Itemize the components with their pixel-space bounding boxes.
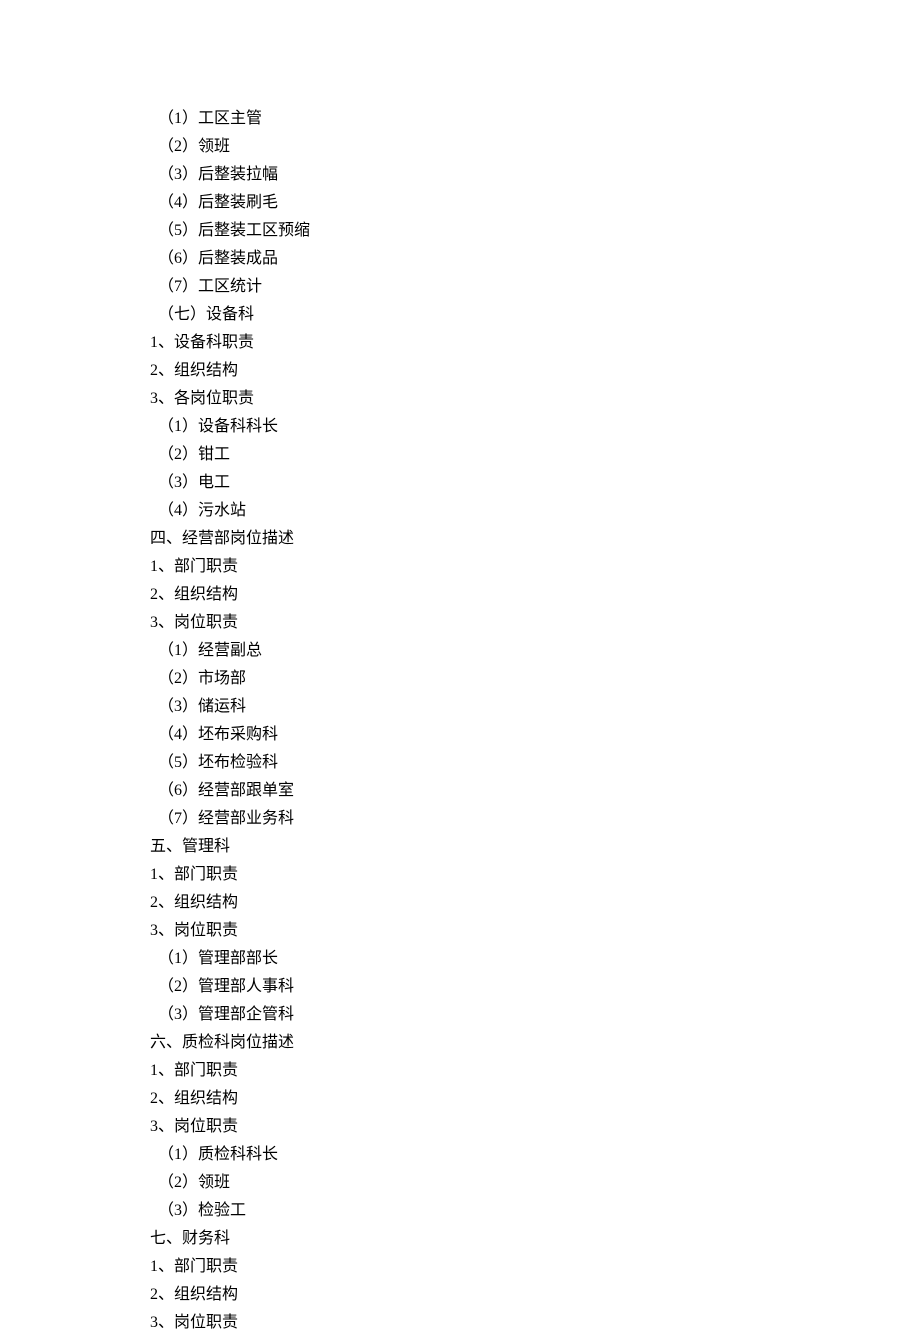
outline-line: 1、部门职责 bbox=[150, 1057, 750, 1085]
outline-line: 1、部门职责 bbox=[150, 1253, 750, 1281]
outline-line: 3、岗位职责 bbox=[150, 917, 750, 945]
outline-line: （4）坯布采购科 bbox=[150, 721, 750, 749]
outline-line: 六、质检科岗位描述 bbox=[150, 1029, 750, 1057]
document-content: （1）工区主管（2）领班（3）后整装拉幅（4）后整装刷毛（5）后整装工区预缩（6… bbox=[150, 105, 750, 1337]
outline-line: 3、各岗位职责 bbox=[150, 385, 750, 413]
outline-line: （6）后整装成品 bbox=[150, 245, 750, 273]
outline-line: （4）后整装刷毛 bbox=[150, 189, 750, 217]
outline-line: （1）质检科科长 bbox=[150, 1141, 750, 1169]
outline-line: （1）设备科科长 bbox=[150, 413, 750, 441]
outline-line: 2、组织结构 bbox=[150, 581, 750, 609]
outline-line: 2、组织结构 bbox=[150, 357, 750, 385]
outline-line: （1）工区主管 bbox=[150, 105, 750, 133]
outline-line: （7）经营部业务科 bbox=[150, 805, 750, 833]
outline-line: 七、财务科 bbox=[150, 1225, 750, 1253]
outline-line: 1、部门职责 bbox=[150, 861, 750, 889]
outline-line: （3）后整装拉幅 bbox=[150, 161, 750, 189]
outline-line: （3）储运科 bbox=[150, 693, 750, 721]
outline-line: （1）经营副总 bbox=[150, 637, 750, 665]
outline-line: （4）污水站 bbox=[150, 497, 750, 525]
outline-line: 3、岗位职责 bbox=[150, 609, 750, 637]
outline-line: （5）坯布检验科 bbox=[150, 749, 750, 777]
outline-line: （2）管理部人事科 bbox=[150, 973, 750, 1001]
outline-line: （7）工区统计 bbox=[150, 273, 750, 301]
outline-line: 1、部门职责 bbox=[150, 553, 750, 581]
outline-line: （2）市场部 bbox=[150, 665, 750, 693]
outline-line: （3）检验工 bbox=[150, 1197, 750, 1225]
outline-line: （2）领班 bbox=[150, 133, 750, 161]
outline-line: （七）设备科 bbox=[150, 301, 750, 329]
outline-line: （3）电工 bbox=[150, 469, 750, 497]
outline-line: （3）管理部企管科 bbox=[150, 1001, 750, 1029]
outline-line: 2、组织结构 bbox=[150, 1085, 750, 1113]
outline-line: （5）后整装工区预缩 bbox=[150, 217, 750, 245]
outline-line: （2）领班 bbox=[150, 1169, 750, 1197]
outline-line: （1）管理部部长 bbox=[150, 945, 750, 973]
outline-line: （6）经营部跟单室 bbox=[150, 777, 750, 805]
outline-line: 2、组织结构 bbox=[150, 1281, 750, 1309]
outline-line: 1、设备科职责 bbox=[150, 329, 750, 357]
outline-line: 2、组织结构 bbox=[150, 889, 750, 917]
outline-line: （2）钳工 bbox=[150, 441, 750, 469]
outline-line: 3、岗位职责 bbox=[150, 1309, 750, 1337]
outline-line: 四、经营部岗位描述 bbox=[150, 525, 750, 553]
outline-line: 3、岗位职责 bbox=[150, 1113, 750, 1141]
outline-line: 五、管理科 bbox=[150, 833, 750, 861]
